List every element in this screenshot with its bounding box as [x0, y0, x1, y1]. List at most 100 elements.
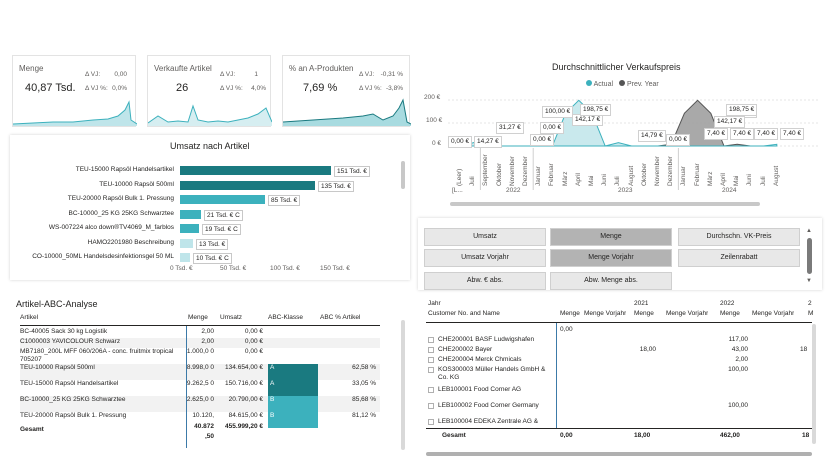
expand-icon[interactable] [428, 347, 434, 353]
total-label: Gesamt [20, 426, 44, 433]
cell-klasse: B [268, 396, 318, 412]
cell-umsatz: 150.716,00 € [225, 380, 263, 387]
table-row[interactable]: TEU-15000 Rapsöl Handelsartikel 9.262,5 0… [20, 380, 380, 396]
horizontal-scrollbar[interactable] [426, 452, 812, 456]
expand-icon[interactable] [428, 387, 434, 393]
bar[interactable] [180, 166, 331, 175]
total-label: Gesamt [442, 432, 466, 439]
button-menge-vorjahr[interactable]: Menge Vorjahr [550, 249, 672, 267]
col-header-menge[interactable]: Menge [188, 314, 208, 321]
data-label: 198,75 € [580, 104, 612, 116]
measure-selector-panel[interactable]: Umsatz Menge Durchschn. VK-Preis Umsatz … [418, 218, 822, 290]
table-row[interactable]: BC-40005 Sack 30 kg Logistik 2,00 0,00 € [20, 328, 380, 338]
table-row[interactable]: CHE200001 BASF Ludwigshafen 117,00 [426, 336, 812, 346]
x-tick-label: März [561, 171, 569, 186]
data-label: 0,00 € [666, 134, 691, 146]
col-header-abc-pct[interactable]: ABC % Artikel [320, 314, 360, 321]
first-row-value: 0,00 [560, 326, 573, 333]
button-umsatz[interactable]: Umsatz [424, 228, 546, 246]
cell-menge: 10.120, [192, 412, 214, 419]
cell-artikel: MB7180_200L MFF 060/206A - conc. fruitmi… [20, 348, 174, 363]
total-menge: 0,00 [560, 432, 573, 439]
x-tick-label: (Leer) [456, 168, 463, 186]
kpi-delta-pct-value: -3,8% [386, 85, 403, 92]
scroll-down-icon[interactable]: ▼ [806, 278, 812, 284]
vk-preis-panel[interactable]: Durchschnittlicher Verkaufspreis Actual … [418, 50, 820, 210]
x-tick-label: März [706, 171, 714, 186]
x-tick-label: August [772, 165, 780, 186]
x-tick-label: November [508, 156, 516, 186]
expand-icon[interactable] [428, 403, 434, 409]
cell-menge: 1.000,0 0 [186, 348, 214, 355]
col-menge-vj-2021: Menge Vorjahr [666, 310, 709, 317]
vertical-scrollbar[interactable] [807, 238, 812, 274]
bar-category-label: TEU-20000 Rapsöl Bulk 1. Pressung [67, 195, 174, 202]
table-row[interactable]: CHE200002 Bayer 18,00 43,00 18 [426, 346, 812, 356]
table-row[interactable]: BC-10000_25 KG 25KG Schwarztee 2.625,0 0 2… [20, 396, 380, 412]
col-header-artikel[interactable]: Artikel [20, 314, 38, 321]
expand-icon[interactable] [428, 367, 434, 373]
umsatz-nach-artikel-panel[interactable]: Umsatz nach Artikel TEU-15000 Rapsöl Han… [10, 135, 410, 280]
table-row[interactable]: LEB100002 Food Corner Germany 100,00 [426, 402, 812, 412]
kpi-card-menge[interactable]: Menge 40,87 Tsd. Δ VJ: 0,00 Δ VJ %: 0,0% [12, 55, 137, 127]
table-row[interactable]: CHE200004 Merck Chmicals 2,00 [426, 356, 812, 366]
kpi-card-verkaufte-artikel[interactable]: Verkaufte Artikel 26 Δ VJ: 1 Δ VJ %: 4,0… [147, 55, 272, 127]
cell-menge: 2,00 [201, 338, 214, 345]
x-tick-label: Juli [469, 176, 477, 186]
expand-icon[interactable] [428, 357, 434, 363]
vertical-scrollbar[interactable] [401, 161, 405, 189]
button-zeilenrabatt[interactable]: Zeilenrabatt [678, 249, 800, 267]
scroll-up-icon[interactable]: ▲ [806, 228, 812, 234]
kpi-title: Verkaufte Artikel [154, 64, 212, 73]
cell-v2022vj: 18 [800, 346, 808, 353]
button-menge[interactable]: Menge [550, 228, 672, 246]
bar[interactable] [180, 209, 201, 219]
vertical-scrollbar[interactable] [812, 324, 816, 444]
expand-icon[interactable] [428, 337, 434, 343]
header-customer: Customer No. and Name [428, 310, 500, 317]
cell-umsatz: 20.790,00 € [228, 396, 263, 403]
abc-analyse-panel[interactable]: Artikel-ABC-Analyse Artikel Menge Umsatz… [10, 292, 410, 460]
x-tick-label: Mai [588, 175, 595, 186]
kpi-card-a-produkte[interactable]: % an A-Produkten 7,69 % Δ VJ: -0,31 % Δ … [282, 55, 411, 127]
legend-actual-marker [586, 80, 592, 86]
abc-title: Artikel-ABC-Analyse [16, 299, 98, 309]
cell-v2022: 100,00 [728, 366, 748, 373]
table-row[interactable]: C1000003 YAVICOLOUR Schwarz 2,00 0,00 € [20, 338, 380, 348]
header-divider [426, 322, 812, 323]
year-label: 2024 [722, 187, 737, 194]
x-tick-label: 0 Tsd. € [170, 265, 193, 272]
button-abw-euro[interactable]: Abw. € abs. [424, 272, 546, 290]
data-label: 0,00 € [448, 136, 473, 148]
abc-table: Artikel Menge Umsatz ABC-Klasse ABC % Ar… [20, 314, 380, 454]
cell-name: LEB100004 EDEKA Zentrale AG & [438, 418, 539, 425]
customer-matrix-panel[interactable]: Jahr Customer No. and Name 2021 2022 2 M… [418, 294, 822, 460]
button-vk-preis[interactable]: Durchschn. VK-Preis [678, 228, 800, 246]
bar[interactable] [180, 238, 193, 248]
button-umsatz-vorjahr[interactable]: Umsatz Vorjahr [424, 249, 546, 267]
table-row[interactable]: MB7180_200L MFF 060/206A - conc. fruitmi… [20, 348, 380, 364]
col-header-abc-klasse[interactable]: ABC-Klasse [268, 314, 303, 321]
bar[interactable] [180, 180, 315, 190]
table-row[interactable]: TEU-10000 Rapsöl 500ml 8.998,0 0 134.654,0… [20, 364, 380, 380]
table-row[interactable]: LEB100004 EDEKA Zentrale AG & [426, 418, 812, 428]
table-row[interactable]: KOS300003 Müller Handels GmbH & Co. KG 10… [426, 366, 812, 384]
cell-menge: 8.998,0 0 [186, 364, 214, 371]
cell-name: CHE200002 Bayer [438, 346, 493, 353]
vertical-scrollbar[interactable] [401, 320, 405, 450]
bar[interactable] [180, 195, 265, 204]
matrix-total-row: Gesamt 0,00 18,00 462,00 18 [426, 428, 812, 442]
bar[interactable] [180, 224, 199, 233]
bar[interactable] [180, 253, 190, 262]
col-header-umsatz[interactable]: Umsatz [220, 314, 242, 321]
x-tick-label: Oktober [640, 162, 648, 186]
kpi-delta-value: -0,31 % [380, 71, 403, 78]
horizontal-scrollbar[interactable] [450, 202, 760, 206]
x-tick-label: April [574, 172, 582, 186]
table-row[interactable]: LEB100001 Food Corner AG [426, 386, 812, 396]
cell-pct: 33,05 % [352, 380, 376, 387]
col-menge-2022: Menge [720, 310, 740, 317]
button-abw-menge[interactable]: Abw. Menge abs. [550, 272, 672, 290]
data-label: 0,00 € [540, 122, 565, 134]
expand-icon[interactable] [428, 419, 434, 425]
